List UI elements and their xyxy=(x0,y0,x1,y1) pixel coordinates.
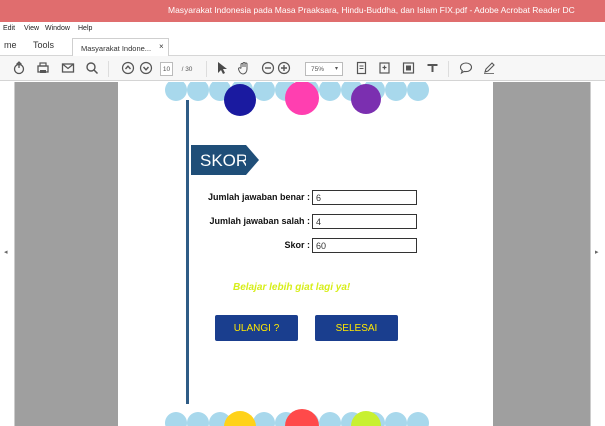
bottom-dot-yellow xyxy=(224,411,256,426)
score-label: Skor : xyxy=(284,240,310,250)
full-screen-icon[interactable] xyxy=(400,60,416,76)
top-dot-blue xyxy=(224,84,256,116)
toolbar: 10 / 30 75% ▾ xyxy=(0,56,605,81)
top-dot-purple xyxy=(351,84,381,114)
pdf-page: SKOR Jumlah jawaban benar : 6 Jumlah jaw… xyxy=(118,82,493,426)
tab-home[interactable]: me xyxy=(4,40,17,50)
menu-help[interactable]: Help xyxy=(78,25,92,32)
toolbar-divider xyxy=(206,61,207,77)
skor-banner-arrow xyxy=(246,145,259,175)
menu-view[interactable]: View xyxy=(24,25,39,32)
zoom-level-value: 75% xyxy=(311,65,325,73)
tab-bar: me Tools Masyarakat Indone... × xyxy=(0,36,605,56)
scallop-circle xyxy=(407,412,429,426)
page-decoration xyxy=(165,82,429,426)
wrong-answers-field[interactable]: 4 xyxy=(312,214,417,229)
expand-left-panel-icon[interactable]: ◂ xyxy=(4,248,8,256)
page-number-input[interactable]: 10 xyxy=(160,62,173,76)
scallop-circle xyxy=(165,412,187,426)
email-icon[interactable] xyxy=(60,60,76,76)
scallop-circle xyxy=(319,412,341,426)
chevron-down-icon: ▾ xyxy=(334,66,338,72)
menu-window[interactable]: Window xyxy=(45,25,70,32)
wrong-answers-label: Jumlah jawaban salah : xyxy=(209,216,310,226)
scallop-circle xyxy=(385,82,407,101)
page-vertical-rule xyxy=(186,100,189,404)
page-down-icon[interactable] xyxy=(138,60,154,76)
top-dot-pink xyxy=(285,82,319,115)
read-mode-icon[interactable] xyxy=(424,60,440,76)
scallop-circle xyxy=(165,82,187,101)
skor-banner-label: SKOR xyxy=(191,145,248,175)
tab-document[interactable]: Masyarakat Indone... × xyxy=(72,38,169,56)
zoom-in-icon[interactable] xyxy=(276,60,292,76)
finish-button[interactable]: SELESAI xyxy=(315,315,398,341)
menu-edit[interactable]: Edit xyxy=(3,25,15,32)
expand-right-panel-icon[interactable]: ▸ xyxy=(595,248,599,256)
zoom-out-icon[interactable] xyxy=(260,60,276,76)
share-icon[interactable] xyxy=(11,60,27,76)
retry-button[interactable]: ULANGI ? xyxy=(215,315,298,341)
bottom-dot-red xyxy=(285,409,319,426)
scallop-circle xyxy=(253,82,275,101)
close-tab-icon[interactable]: × xyxy=(159,42,164,51)
sign-pen-icon[interactable] xyxy=(481,60,497,76)
title-bar: Masyarakat Indonesia pada Masa Praaksara… xyxy=(0,0,605,22)
toolbar-divider xyxy=(448,61,449,77)
zoom-level-select[interactable]: 75% ▾ xyxy=(305,62,343,76)
tab-document-label: Masyarakat Indone... xyxy=(81,44,152,53)
motivation-text: Belajar lebih giat lagi ya! xyxy=(233,282,351,293)
scallop-circle xyxy=(187,82,209,101)
correct-answers-label: Jumlah jawaban benar : xyxy=(207,192,310,202)
score-field[interactable]: 60 xyxy=(312,238,417,253)
fit-page-icon[interactable] xyxy=(353,60,369,76)
scrolling-mode-icon[interactable] xyxy=(376,60,392,76)
select-cursor-icon[interactable] xyxy=(214,60,230,76)
tab-tools[interactable]: Tools xyxy=(33,40,54,50)
scallop-circle xyxy=(253,412,275,426)
toolbar-divider xyxy=(108,61,109,77)
search-icon[interactable] xyxy=(84,60,100,76)
right-panel-collapsed[interactable]: ▸ xyxy=(590,82,605,426)
scallop-circle xyxy=(407,82,429,101)
hand-tool-icon[interactable] xyxy=(236,60,252,76)
print-icon[interactable] xyxy=(35,60,51,76)
window-title: Masyarakat Indonesia pada Masa Praaksara… xyxy=(168,5,575,15)
scallop-circle xyxy=(319,82,341,101)
menu-bar: Edit View Window Help xyxy=(0,22,605,36)
correct-answers-field[interactable]: 6 xyxy=(312,190,417,205)
left-panel-collapsed[interactable]: ◂ xyxy=(0,82,15,426)
scallop-circle xyxy=(385,412,407,426)
scallop-circle xyxy=(187,412,209,426)
page-up-icon[interactable] xyxy=(120,60,136,76)
comment-icon[interactable] xyxy=(458,60,474,76)
page-total: / 30 xyxy=(181,65,193,73)
